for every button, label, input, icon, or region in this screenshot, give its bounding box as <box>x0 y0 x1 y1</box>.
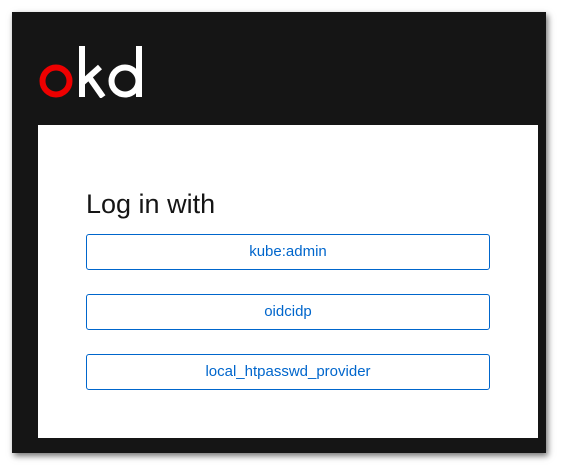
identity-provider-list: kube:admin oidcidp local_htpasswd_provid… <box>86 234 490 414</box>
login-card: Log in with kube:admin oidcidp local_htp… <box>38 125 538 438</box>
list-item: kube:admin <box>86 234 490 270</box>
login-window: Log in with kube:admin oidcidp local_htp… <box>12 12 546 453</box>
provider-button-local-htpasswd[interactable]: local_htpasswd_provider <box>86 354 490 390</box>
login-title: Log in with <box>86 189 216 219</box>
list-item: local_htpasswd_provider <box>86 354 490 390</box>
okd-logo-o <box>39 64 73 98</box>
provider-button-kube-admin[interactable]: kube:admin <box>86 234 490 270</box>
okd-logo <box>39 46 142 98</box>
provider-button-oidcidp[interactable]: oidcidp <box>86 294 490 330</box>
okd-logo-kd <box>79 46 142 98</box>
list-item: oidcidp <box>86 294 490 330</box>
